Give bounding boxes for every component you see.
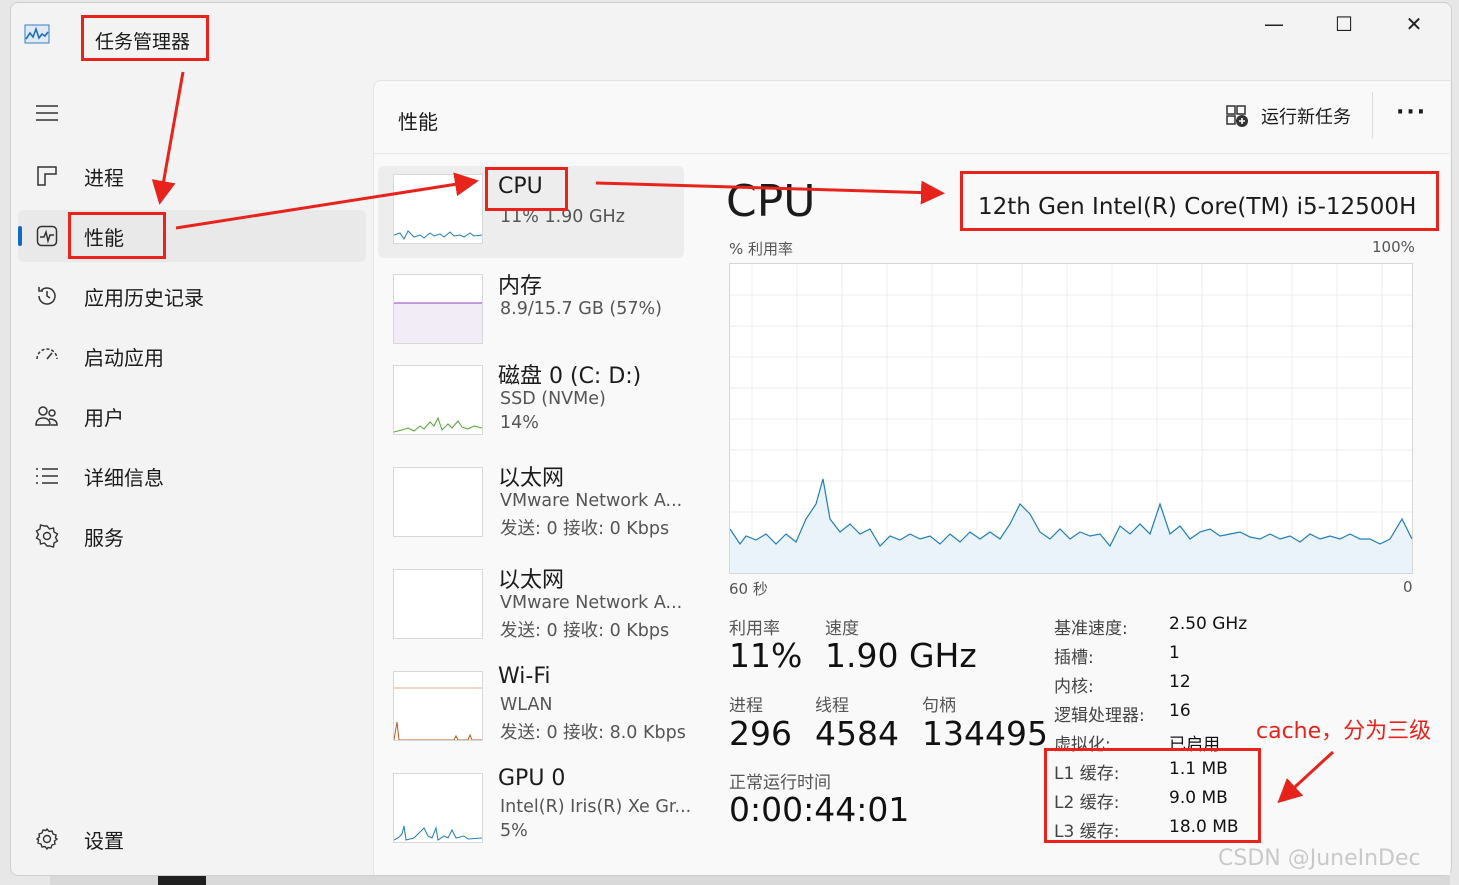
sidebar-item-settings[interactable]: 设置	[18, 813, 366, 865]
hamburger-icon	[34, 100, 60, 126]
threads-value: 4584	[815, 714, 899, 753]
users-icon	[34, 403, 60, 429]
run-task-label: 运行新任务	[1261, 107, 1351, 128]
perf-item-memory[interactable]: 内存 8.9/15.7 GB (57%)	[378, 268, 684, 360]
sidebar-item-details[interactable]: 详细信息	[18, 450, 366, 502]
perf-item-usage: 14%	[500, 413, 539, 433]
perf-item-title: Wi-Fi	[498, 664, 551, 689]
gpu-thumbnail-graph	[393, 773, 483, 843]
highlight-box-cpu	[485, 167, 568, 211]
sidebar-item-processes[interactable]: 进程	[18, 150, 366, 202]
spec-value: 1	[1169, 643, 1180, 663]
header-separator	[373, 153, 1449, 154]
handles-value: 134495	[922, 714, 1048, 753]
wifi-thumbnail-graph	[393, 671, 483, 741]
processes-value: 296	[729, 714, 792, 753]
perf-item-detail: SSD (NVMe)	[500, 389, 606, 409]
details-icon	[34, 463, 60, 489]
more-options-icon[interactable]: ···	[1396, 100, 1427, 125]
perf-item-title: 以太网	[498, 466, 565, 491]
perf-item-detail: VMware Network A...	[500, 593, 683, 613]
perf-item-detail: VMware Network A...	[500, 491, 683, 511]
cpu-area	[730, 479, 1412, 573]
spec-value: 2.50 GHz	[1169, 614, 1248, 634]
csdn-watermark: CSDN @JuneInDec	[1218, 846, 1421, 871]
disk-thumbnail-graph	[393, 365, 483, 435]
perf-item-detail: 8.9/15.7 GB (57%)	[500, 299, 662, 319]
perf-item-disk[interactable]: 磁盘 0 (C: D:) SSD (NVMe) 14%	[378, 358, 684, 450]
perf-item-title: 内存	[498, 274, 543, 299]
graph-min-label: 0	[1403, 578, 1413, 596]
processes-icon	[34, 163, 60, 189]
perf-item-throughput: 发送: 0 接收: 8.0 Kbps	[500, 723, 686, 743]
cpu-thumbnail-graph	[393, 174, 483, 244]
cpu-heading: CPU	[726, 176, 816, 227]
close-icon[interactable]: ✕	[1394, 10, 1434, 38]
perf-item-ethernet-2[interactable]: 以太网 VMware Network A... 发送: 0 接收: 0 Kbps	[378, 562, 684, 654]
ethernet-thumbnail-graph	[393, 467, 483, 537]
sidebar-item-label: 启动应用	[84, 345, 164, 370]
perf-item-title: 磁盘 0 (C: D:)	[498, 364, 642, 389]
utilization-value: 11%	[729, 636, 803, 675]
run-new-task-button[interactable]: 运行新任务	[1225, 103, 1351, 129]
perf-item-ethernet-1[interactable]: 以太网 VMware Network A... 发送: 0 接收: 0 Kbps	[378, 460, 684, 552]
maximize-icon[interactable]: ☐	[1324, 10, 1364, 38]
header-divider	[1372, 92, 1373, 138]
history-icon	[34, 283, 60, 309]
spec-label: 逻辑处理器:	[1054, 706, 1145, 726]
speed-value: 1.90 GHz	[825, 636, 977, 675]
cpu-graph-svg	[729, 264, 1413, 573]
hamburger-menu-button[interactable]	[18, 88, 366, 138]
perf-item-wifi[interactable]: Wi-Fi WLAN 发送: 0 接收: 8.0 Kbps	[378, 664, 686, 756]
ethernet-thumbnail-graph	[393, 569, 483, 639]
page-title: 性能	[398, 110, 438, 134]
highlight-box-title	[81, 15, 209, 61]
cache-annotation: cache，分为三级	[1256, 719, 1432, 744]
spec-label: 内核:	[1054, 677, 1094, 697]
threads-label: 线程	[815, 696, 849, 716]
sidebar-item-label: 详细信息	[84, 465, 164, 490]
perf-item-detail: Intel(R) Iris(R) Xe Gr...	[500, 797, 692, 817]
perf-item-throughput: 发送: 0 接收: 0 Kbps	[500, 621, 670, 641]
sidebar-item-label: 设置	[84, 828, 124, 853]
graph-axis-label: % 利用率	[729, 240, 794, 258]
graph-time-label: 60 秒	[729, 580, 768, 598]
perf-item-throughput: 发送: 0 接收: 0 Kbps	[500, 519, 670, 539]
sidebar-item-startup-apps[interactable]: 启动应用	[18, 330, 366, 382]
services-icon	[34, 523, 60, 549]
memory-thumbnail-graph	[393, 274, 483, 344]
highlight-box-cache	[1044, 748, 1261, 843]
perf-item-title: 以太网	[498, 568, 565, 593]
processes-label: 进程	[729, 696, 763, 716]
sidebar-item-services[interactable]: 服务	[18, 510, 366, 562]
cpu-utilization-graph	[729, 263, 1413, 574]
sidebar-item-label: 应用历史记录	[84, 285, 204, 310]
task-manager-app-icon	[24, 24, 50, 44]
sidebar-item-label: 用户	[84, 405, 124, 430]
handles-label: 句柄	[922, 696, 956, 716]
spec-label: 基准速度:	[1054, 619, 1128, 639]
graph-max-label: 100%	[1372, 238, 1415, 256]
uptime-value: 0:00:44:01	[729, 790, 910, 829]
spec-value: 12	[1169, 672, 1191, 692]
perf-item-gpu[interactable]: GPU 0 Intel(R) Iris(R) Xe Gr... 5%	[378, 766, 691, 858]
highlight-box-performance	[68, 212, 166, 259]
perf-item-usage: 5%	[500, 821, 528, 841]
perf-item-detail: WLAN	[500, 695, 553, 715]
sidebar-item-app-history[interactable]: 应用历史记录	[18, 270, 366, 322]
sidebar-item-users[interactable]: 用户	[18, 390, 366, 442]
spec-value: 16	[1169, 701, 1191, 721]
performance-icon	[34, 223, 60, 249]
perf-item-title: GPU 0	[498, 766, 566, 791]
settings-gear-icon	[34, 826, 60, 852]
startup-icon	[34, 343, 60, 369]
run-task-icon	[1226, 105, 1248, 127]
minimize-icon[interactable]: —	[1254, 10, 1294, 38]
sidebar-item-label: 服务	[84, 525, 124, 550]
highlight-box-processor	[960, 171, 1439, 231]
sidebar-item-label: 进程	[84, 165, 124, 190]
spec-label: 插槽:	[1054, 648, 1094, 668]
